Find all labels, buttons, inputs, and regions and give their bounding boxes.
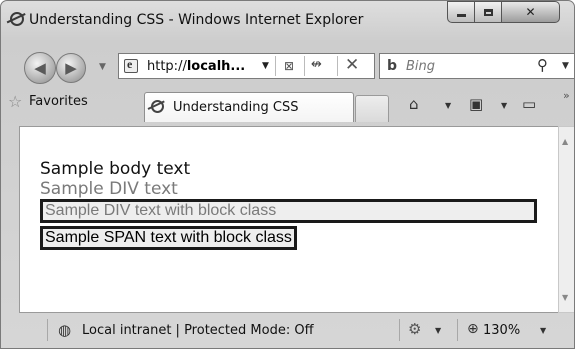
ie-icon	[10, 12, 24, 26]
divider	[275, 56, 276, 76]
favorites-bar: ☆ Favorites Understanding CSS ⌂ ▼ ▣ ▼ ▭ …	[1, 89, 574, 122]
maximize-icon	[483, 8, 493, 16]
search-input[interactable]: Bing	[406, 59, 435, 74]
tab-label: Understanding CSS	[173, 100, 299, 115]
ie-icon	[151, 100, 164, 113]
page-icon	[124, 57, 138, 73]
back-button[interactable]: ◀	[24, 52, 56, 84]
status-bar: ◍ Local intranet | Protected Mode: Off ⚙…	[1, 313, 574, 348]
scroll-up-arrow[interactable]: ▲	[562, 137, 568, 146]
star-icon: ☆	[8, 92, 23, 111]
security-icon[interactable]: ⚙	[408, 320, 421, 338]
divider	[47, 319, 48, 341]
compatibility-icon[interactable]: ⊠	[281, 58, 297, 74]
tab-understanding-css[interactable]: Understanding CSS	[144, 92, 354, 122]
refresh-icon[interactable]: ↮	[311, 57, 322, 72]
stop-icon[interactable]: ✕	[345, 55, 359, 75]
close-icon: ✕	[525, 5, 536, 19]
zoom-dropdown[interactable]: ▼	[540, 326, 546, 335]
zoom-icon[interactable]: ⊕	[467, 321, 479, 337]
more-commands-chevron[interactable]: »	[563, 89, 570, 102]
sample-div-text: Sample DIV text	[40, 179, 178, 199]
page-content: Sample body text Sample DIV text Sample …	[40, 159, 537, 250]
security-dropdown[interactable]: ▼	[435, 326, 441, 335]
print-icon[interactable]: ▭	[522, 95, 536, 113]
close-button[interactable]: ✕	[502, 1, 560, 23]
favorites-button[interactable]: Favorites	[29, 94, 88, 109]
address-url-host: localh...	[186, 59, 246, 74]
divider	[457, 319, 458, 341]
search-box[interactable]: b Bing ⚲ ▼	[379, 53, 574, 79]
maximize-button[interactable]	[475, 1, 502, 23]
back-icon: ◀	[34, 59, 46, 77]
search-icon[interactable]: ⚲	[537, 56, 548, 74]
window-controls: ✕	[447, 1, 560, 23]
scroll-down-arrow[interactable]: ▼	[562, 293, 568, 302]
home-dropdown[interactable]: ▼	[445, 101, 451, 110]
globe-icon: ◍	[58, 321, 72, 339]
window-title: Understanding CSS - Windows Internet Exp…	[29, 12, 364, 28]
forward-button[interactable]: ▶	[56, 53, 86, 83]
bing-icon: b	[387, 58, 398, 74]
sample-div-block: Sample DIV text with block class	[40, 199, 537, 223]
sample-body-text: Sample body text	[40, 159, 191, 179]
browser-window: Understanding CSS - Windows Internet Exp…	[0, 0, 575, 349]
recent-pages-dropdown[interactable]: ▼	[99, 62, 106, 72]
feeds-icon[interactable]: ▣	[469, 95, 483, 113]
title-bar: Understanding CSS - Windows Internet Exp…	[1, 1, 574, 37]
divider	[304, 56, 305, 76]
forward-icon: ▶	[65, 59, 77, 77]
feeds-dropdown[interactable]: ▼	[501, 101, 507, 110]
navigation-bar: ◀ ▶ ▼ http://localh... ▼ ⊠ ↮ ✕ b Bing ⚲ …	[1, 45, 574, 84]
divider	[399, 319, 400, 341]
zoom-level[interactable]: 130%	[483, 323, 520, 338]
address-dropdown[interactable]: ▼	[262, 61, 269, 71]
address-url-prefix: http://	[147, 59, 187, 74]
address-url[interactable]: http://localh...	[147, 59, 245, 74]
search-dropdown[interactable]: ▼	[562, 61, 569, 71]
sample-span-block: Sample SPAN text with block class	[40, 226, 297, 250]
minimize-button[interactable]	[447, 1, 475, 23]
page-viewport: Sample body text Sample DIV text Sample …	[19, 126, 560, 313]
home-icon[interactable]: ⌂	[409, 95, 419, 113]
divider	[337, 56, 338, 76]
minimize-icon	[456, 13, 466, 17]
security-zone-text[interactable]: Local intranet | Protected Mode: Off	[82, 323, 314, 338]
vertical-scrollbar[interactable]: ▲ ▼	[558, 126, 574, 313]
new-tab-button[interactable]	[355, 95, 389, 122]
address-bar[interactable]: http://localh... ▼ ⊠ ↮ ✕	[118, 53, 375, 79]
